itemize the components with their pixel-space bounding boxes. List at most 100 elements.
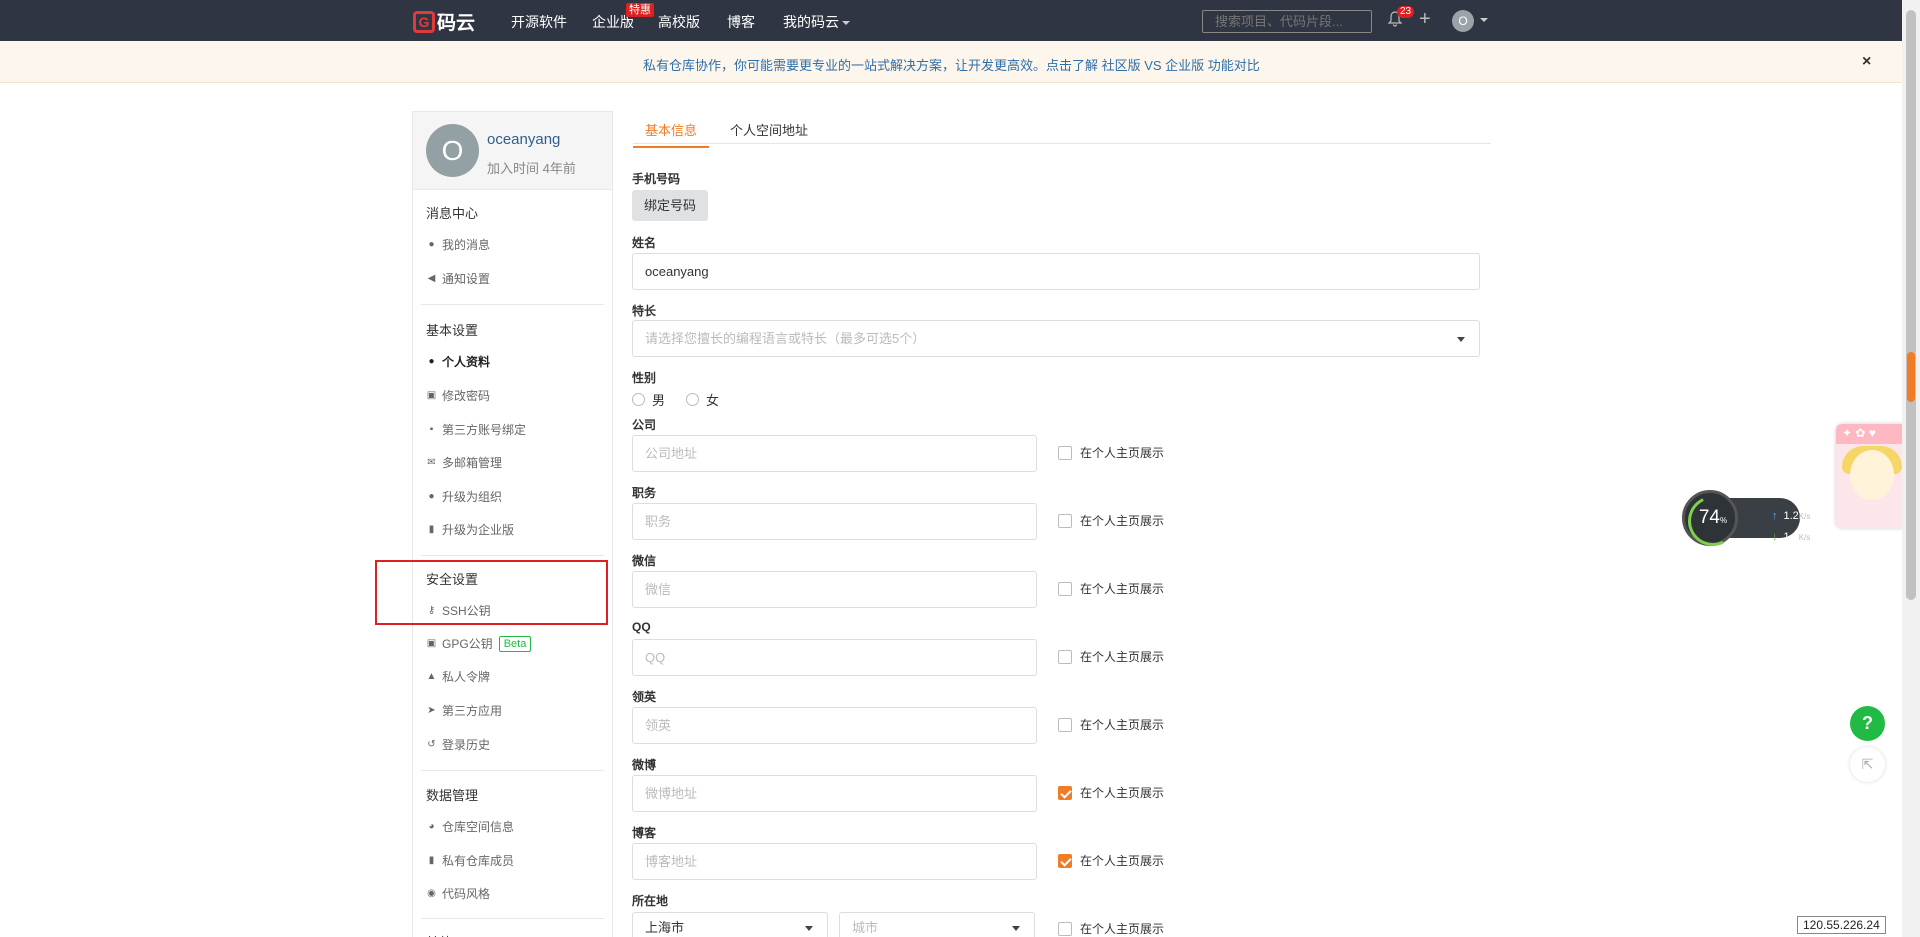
- position-input[interactable]: 职务: [632, 503, 1037, 540]
- sidebar-item-code-style[interactable]: ◉ 代码风格: [426, 885, 490, 902]
- user-avatar[interactable]: O: [1452, 10, 1474, 32]
- name-input[interactable]: oceanyang: [632, 253, 1480, 290]
- sidebar-item-private-token[interactable]: ▲ 私人令牌: [426, 668, 490, 685]
- sidebar-item-change-password[interactable]: ▣ 修改密码: [426, 387, 490, 404]
- sidebar-item-third-party-binding[interactable]: ▪ 第三方账号绑定: [426, 421, 526, 438]
- sidebar-item-label: 第三方应用: [442, 704, 503, 718]
- wechat-label: 微信: [632, 554, 657, 568]
- sidebar-item-label: 私人令牌: [442, 670, 491, 684]
- sidebar-item-label: 通知设置: [442, 272, 491, 286]
- unlock-icon: ▣: [426, 390, 437, 401]
- company-input[interactable]: 公司地址: [632, 435, 1037, 472]
- sidebar-item-multi-email[interactable]: ✉ 多邮箱管理: [426, 454, 502, 471]
- global-search-input[interactable]: [1202, 10, 1372, 33]
- download-speed: ↓ 1.3K/s: [1772, 531, 1810, 543]
- notice-text-link[interactable]: 私有仓库协作，你可能需要更专业的一站式解决方案，让开发更高效。点击了解 社区版 …: [643, 55, 1260, 74]
- checkbox-label: 在个人主页展示: [1080, 446, 1165, 460]
- sidebar-item-third-party-apps[interactable]: ➤ 第三方应用: [426, 702, 502, 719]
- building-icon: ▮: [428, 524, 435, 535]
- province-select[interactable]: 上海市: [632, 912, 828, 937]
- gender-female-label: 女: [706, 393, 720, 408]
- gender-female-radio[interactable]: 女: [686, 390, 719, 409]
- qq-input[interactable]: QQ: [632, 639, 1037, 676]
- palette-icon: ◉: [427, 888, 436, 899]
- sidebar-item-label: 修改密码: [442, 389, 491, 403]
- share-icon[interactable]: ⇱: [1850, 747, 1885, 782]
- wechat-show-checkbox[interactable]: 在个人主页展示: [1058, 580, 1164, 597]
- divider: [421, 918, 604, 919]
- province-value: 上海市: [645, 920, 685, 935]
- bind-phone-button[interactable]: 绑定号码: [632, 190, 708, 221]
- nav-my-gitee[interactable]: 我的码云: [783, 12, 850, 32]
- checkbox-box: [1058, 445, 1072, 460]
- section-basic-settings: 基本设置: [426, 323, 479, 338]
- blog-show-checkbox[interactable]: 在个人主页展示: [1058, 852, 1164, 869]
- nav-open-source[interactable]: 开源软件: [511, 12, 567, 32]
- city-select[interactable]: 城市: [839, 912, 1035, 937]
- location-show-checkbox[interactable]: 在个人主页展示: [1058, 920, 1164, 937]
- sidebar-item-upgrade-enterprise[interactable]: ▮ 升级为企业版: [426, 521, 514, 538]
- sidebar-item-upgrade-org[interactable]: ● 升级为组织: [426, 488, 502, 505]
- mascot-widget[interactable]: ✦ ✿ ♥: [1836, 424, 1908, 528]
- help-button[interactable]: ?: [1850, 706, 1885, 741]
- top-navbar: G 码云 开源软件 企业版 特惠 高校版 博客 我的码云 23 + O: [0, 0, 1902, 41]
- nav-education[interactable]: 高校版: [658, 12, 700, 32]
- checkbox-box-checked: [1058, 853, 1072, 868]
- sidebar-item-label: 多邮箱管理: [442, 456, 503, 470]
- sidebar-item-personal-profile[interactable]: ● 个人资料: [426, 353, 490, 370]
- sidebar-item-label: 仓库空间信息: [442, 820, 515, 834]
- sidebar-item-my-messages[interactable]: ● 我的消息: [426, 236, 490, 253]
- blog-input[interactable]: 博客地址: [632, 843, 1037, 880]
- avatar-chevron-down-icon[interactable]: [1480, 18, 1488, 22]
- divider: [421, 770, 604, 771]
- gender-male-radio[interactable]: 男: [632, 390, 665, 409]
- specialty-select[interactable]: 请选择您擅长的编程语言或特长（最多可选5个）: [632, 320, 1480, 357]
- lock-icon: ▣: [426, 638, 437, 649]
- sidebar-item-gpg-key[interactable]: ▣ GPG公钥 Beta: [426, 635, 532, 652]
- position-show-checkbox[interactable]: 在个人主页展示: [1058, 512, 1164, 529]
- notification-count-badge: 23: [1397, 6, 1415, 18]
- radio-circle: [632, 393, 645, 406]
- nav-blog[interactable]: 博客: [727, 12, 755, 32]
- gender-label: 性别: [632, 371, 657, 385]
- weibo-label: 微博: [632, 758, 657, 772]
- scrollbar-thumb[interactable]: [1906, 10, 1916, 600]
- avatar[interactable]: O: [426, 124, 479, 177]
- sidebar-item-label: 第三方账号绑定: [442, 423, 527, 437]
- memory-gauge: 74%: [1680, 488, 1746, 554]
- gitee-logo[interactable]: G 码云: [413, 8, 475, 35]
- name-label: 姓名: [632, 236, 657, 250]
- sidebar-item-private-members[interactable]: ▮ 私有仓库成员: [426, 852, 514, 869]
- linkedin-input[interactable]: 领英: [632, 707, 1037, 744]
- checkbox-box: [1058, 717, 1072, 732]
- sidebar-item-login-history[interactable]: ↺ 登录历史: [426, 736, 490, 753]
- network-speed-widget[interactable]: ↑ 1.2K/s ↓ 1.3K/s 74%: [1680, 488, 1810, 554]
- tab-personal-space[interactable]: 个人空间地址: [730, 120, 808, 139]
- tab-basic-info[interactable]: 基本信息: [633, 120, 710, 148]
- close-icon[interactable]: ×: [1862, 53, 1871, 71]
- section-other: 其他: [426, 932, 452, 937]
- checkbox-box: [1058, 921, 1072, 936]
- sidebar-item-label: 登录历史: [442, 738, 491, 752]
- qq-show-checkbox[interactable]: 在个人主页展示: [1058, 648, 1164, 665]
- sidebar-item-label: 代码风格: [442, 887, 491, 901]
- linkedin-show-checkbox[interactable]: 在个人主页展示: [1058, 716, 1164, 733]
- weibo-input[interactable]: 微博地址: [632, 775, 1037, 812]
- section-data-management: 数据管理: [426, 788, 479, 803]
- wechat-input[interactable]: 微信: [632, 571, 1037, 608]
- user-secret-icon: ▲: [426, 671, 437, 682]
- logo-mark-icon: G: [413, 10, 435, 33]
- sidebar-item-repo-space[interactable]: ◕ 仓库空间信息: [426, 818, 514, 835]
- weibo-show-checkbox[interactable]: 在个人主页展示: [1058, 784, 1164, 801]
- sidebar-item-notify-settings[interactable]: ◀ 通知设置: [426, 270, 490, 287]
- page-scrollbar[interactable]: [1902, 0, 1920, 937]
- plus-icon[interactable]: +: [1419, 9, 1431, 29]
- profile-username[interactable]: oceanyang: [487, 131, 560, 148]
- checkbox-box: [1058, 581, 1072, 596]
- arrow-up-icon: ↑: [1772, 510, 1778, 522]
- upload-speed-unit: K/s: [1798, 512, 1811, 521]
- divider: [421, 304, 604, 305]
- company-show-checkbox[interactable]: 在个人主页展示: [1058, 444, 1164, 461]
- profile-join-time: 加入时间 4年前: [487, 161, 576, 176]
- divider: [421, 555, 604, 556]
